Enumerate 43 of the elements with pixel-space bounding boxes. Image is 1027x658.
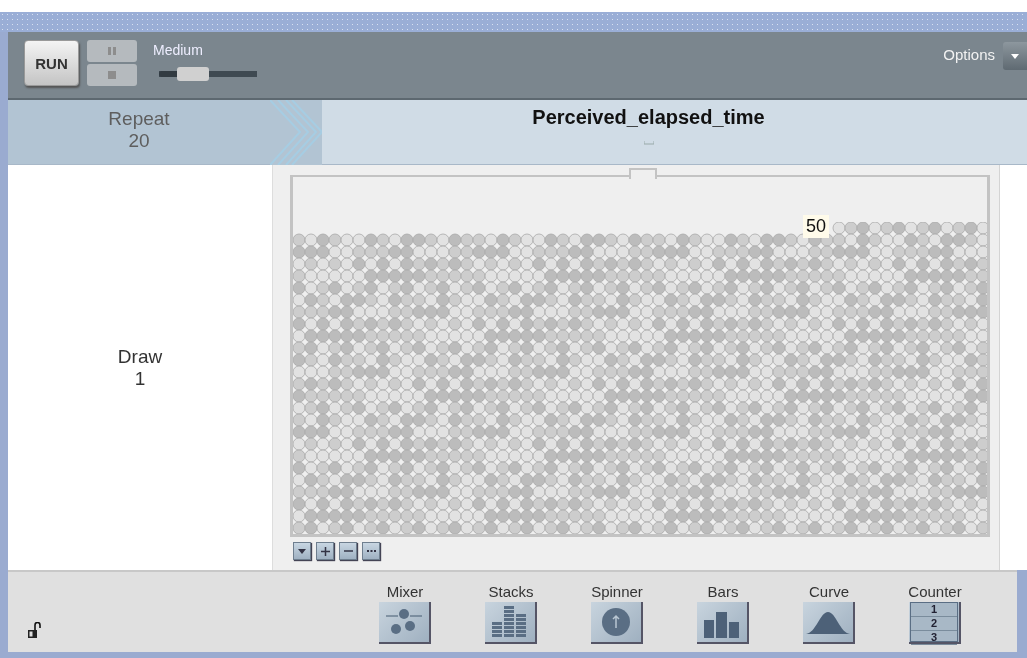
menu-button[interactable] [293, 542, 311, 560]
mixer-icon [384, 608, 424, 636]
curve-device-button[interactable] [803, 602, 855, 644]
stacks-icon [492, 606, 528, 638]
chevron-icon [270, 100, 322, 165]
more-button[interactable] [362, 542, 380, 560]
counter-digit: 3 [911, 631, 957, 645]
caret-icon [298, 548, 306, 554]
stop-icon [108, 71, 116, 79]
bell-curve-icon [806, 610, 850, 634]
draw-count[interactable]: 1 [134, 367, 146, 390]
device-label: Counter [908, 583, 962, 600]
device-label: Stacks [488, 583, 534, 600]
sampler-title[interactable]: Perceived_elapsed_time [532, 106, 765, 129]
device-label: Mixer [386, 583, 424, 600]
remove-button[interactable] [339, 542, 357, 560]
counter-digit: 1 [911, 603, 957, 617]
unlocked-lock-icon[interactable] [28, 622, 42, 638]
mixer-device-button[interactable] [379, 602, 431, 644]
repeat-label: Repeat [108, 108, 170, 130]
draw-label: Draw [117, 345, 163, 368]
options-dropdown-button[interactable] [1003, 42, 1027, 70]
ball-count: 50 [803, 215, 830, 238]
run-button[interactable]: RUN [24, 40, 79, 86]
minus-icon [343, 550, 353, 552]
speed-label: Medium [153, 42, 204, 58]
options-label: Options [943, 46, 995, 63]
device-label: Curve [809, 583, 849, 600]
pause-icon [107, 47, 117, 55]
caret-icon [1011, 53, 1019, 59]
plus-icon [320, 546, 330, 556]
bars-device-button[interactable] [697, 602, 749, 644]
spinner-device-button[interactable] [591, 602, 643, 644]
mixer-handle[interactable] [629, 168, 657, 179]
spinner-icon [601, 607, 631, 637]
slider-thumb[interactable] [177, 67, 210, 81]
stacks-device-button[interactable] [485, 602, 537, 644]
counter-digit: 2 [911, 617, 957, 631]
device-label: Spinner [591, 583, 643, 600]
device-label: Bars [707, 583, 739, 600]
counter-device-button[interactable]: 1 2 3 [909, 602, 961, 644]
repeat-count[interactable]: 20 [128, 130, 150, 152]
add-button[interactable] [316, 542, 334, 560]
